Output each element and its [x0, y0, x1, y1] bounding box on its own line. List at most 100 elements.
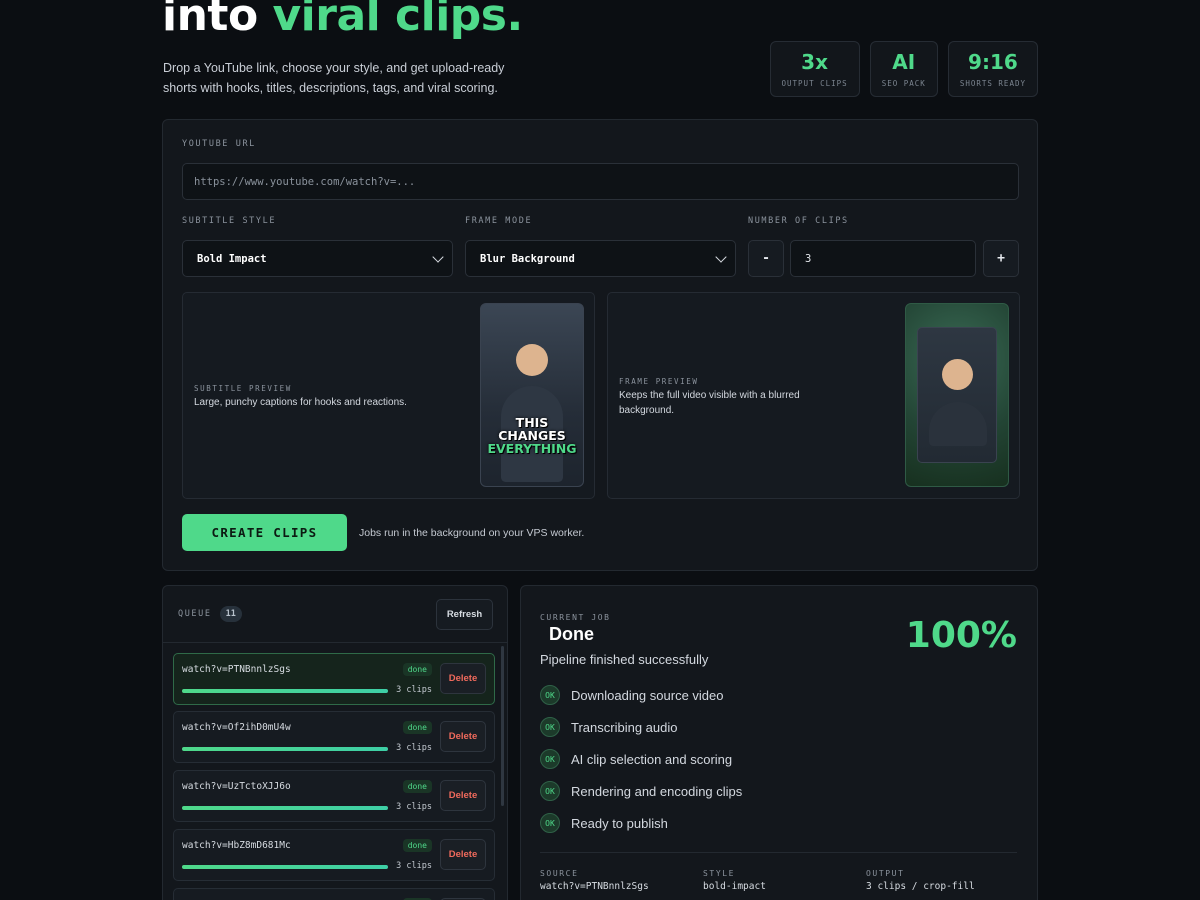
- status-badge: done: [402, 839, 432, 852]
- check-icon: OK: [540, 685, 560, 705]
- subtitle-preview-description: Large, punchy captions for hooks and rea…: [194, 397, 407, 408]
- pipeline-step: OK Downloading source video: [540, 685, 723, 705]
- stat-shorts-ready: 9:16 SHORTS READY: [947, 41, 1038, 97]
- pipeline-step: OK Ready to publish: [540, 813, 668, 833]
- queue-progress-bar: [182, 806, 388, 810]
- caption-line-highlight: EVERYTHING: [487, 441, 577, 456]
- queue-item-id: watch?v=PTNBnnlzSgs: [182, 664, 291, 675]
- divider: [540, 852, 1017, 853]
- subtitle-style-label: SUBTITLE STYLE: [182, 216, 277, 226]
- meta-source: SOURCE watch?v=PTNBnnlzSgs: [540, 869, 649, 892]
- chevron-down-icon: [432, 250, 444, 263]
- meta-output: OUTPUT 3 clips / crop-fill: [866, 869, 975, 892]
- hero-title-accent: viral clips.: [272, 0, 524, 41]
- current-job-label: CURRENT JOB: [540, 613, 611, 622]
- meta-value: bold-impact: [703, 881, 766, 892]
- check-icon: OK: [540, 717, 560, 737]
- queue-item[interactable]: watch?v=HbZ8mD681Mc done 3 clips Delete: [173, 829, 495, 881]
- frame-preview-card: FRAME PREVIEW Keeps the full video visib…: [607, 292, 1020, 499]
- queue-count-badge: 11: [219, 606, 242, 622]
- queue-item[interactable]: watch?v=Of2ihD0mU4w done 3 clips Delete: [173, 711, 495, 763]
- frame-preview-phone: [905, 303, 1009, 487]
- frame-preview-label: FRAME PREVIEW: [619, 377, 699, 386]
- job-percent: 100%: [905, 615, 1017, 656]
- stats-row: 3x OUTPUT CLIPS AI SEO PACK 9:16 SHORTS …: [769, 41, 1038, 97]
- clips-count-input[interactable]: 3: [790, 240, 976, 277]
- pipeline-step: OK Rendering and encoding clips: [540, 781, 742, 801]
- check-icon: OK: [540, 813, 560, 833]
- status-badge: done: [402, 721, 432, 734]
- step-label: Rendering and encoding clips: [571, 783, 743, 799]
- queue-item-clips: 3 clips: [396, 861, 432, 871]
- delete-button[interactable]: Delete: [440, 780, 486, 811]
- step-label: AI clip selection and scoring: [571, 751, 733, 767]
- queue-header: QUEUE 11: [178, 606, 242, 622]
- youtube-url-input[interactable]: [182, 163, 1019, 200]
- check-icon: OK: [540, 781, 560, 801]
- pipeline-step: OK Transcribing audio: [540, 717, 677, 737]
- create-note: Jobs run in the background on your VPS w…: [359, 527, 585, 539]
- step-label: Downloading source video: [571, 687, 724, 703]
- step-label: Transcribing audio: [571, 719, 678, 735]
- stat-seo-pack: AI SEO PACK: [869, 41, 938, 97]
- subtitle-preview-label: SUBTITLE PREVIEW: [194, 384, 292, 393]
- hero-title: into viral clips.: [162, 0, 523, 41]
- current-job-panel: CURRENT JOB Done 100% Pipeline finished …: [520, 585, 1038, 900]
- hero-title-prefix: into: [162, 0, 273, 41]
- queue-item[interactable]: done Delete: [173, 888, 495, 900]
- video-frame: [917, 327, 997, 463]
- status-badge: done: [402, 663, 432, 676]
- stat-value: AI: [892, 49, 916, 74]
- refresh-button[interactable]: Refresh: [436, 599, 493, 630]
- subtitle-preview-text: SUBTITLE PREVIEW Large, punchy captions …: [194, 384, 407, 410]
- queue-label: QUEUE: [178, 609, 212, 619]
- queue-scrollbar[interactable]: [501, 646, 504, 806]
- person-head-shape: [516, 344, 548, 376]
- subtitle-style-select[interactable]: Bold Impact: [182, 240, 453, 277]
- queue-item-id: watch?v=UzTctoXJJ6o: [182, 781, 291, 792]
- chevron-down-icon: [715, 250, 727, 263]
- progress-fill: [182, 865, 388, 869]
- create-clips-button[interactable]: CREATE CLIPS: [182, 514, 347, 551]
- create-form-panel: YOUTUBE URL SUBTITLE STYLE Bold Impact F…: [162, 119, 1038, 571]
- frame-mode-label: FRAME MODE: [465, 216, 533, 226]
- queue-progress-bar: [182, 689, 388, 693]
- person-body-shape: [929, 402, 987, 446]
- stat-value: 9:16: [968, 49, 1018, 74]
- url-label: YOUTUBE URL: [182, 139, 256, 149]
- check-icon: OK: [540, 749, 560, 769]
- delete-button[interactable]: Delete: [440, 721, 486, 752]
- clips-count-label: NUMBER OF CLIPS: [748, 216, 849, 226]
- delete-button[interactable]: Delete: [440, 663, 486, 694]
- subtitle-preview-card: SUBTITLE PREVIEW Large, punchy captions …: [182, 292, 595, 499]
- queue-item[interactable]: watch?v=UzTctoXJJ6o done 3 clips Delete: [173, 770, 495, 822]
- increment-clips-button[interactable]: +: [983, 240, 1019, 277]
- queue-item-clips: 3 clips: [396, 802, 432, 812]
- meta-label: OUTPUT: [866, 869, 905, 878]
- stat-label: SHORTS READY: [959, 78, 1026, 88]
- step-label: Ready to publish: [571, 815, 668, 831]
- queue-progress-bar: [182, 865, 388, 869]
- meta-label: STYLE: [703, 869, 736, 878]
- frame-preview-text: FRAME PREVIEW Keeps the full video visib…: [619, 377, 829, 418]
- progress-fill: [182, 689, 388, 693]
- person-head-shape: [942, 359, 973, 390]
- frame-mode-value: Blur Background: [480, 252, 575, 265]
- stat-label: OUTPUT CLIPS: [781, 78, 848, 88]
- delete-button[interactable]: Delete: [440, 839, 486, 870]
- queue-item-clips: 3 clips: [396, 685, 432, 695]
- queue-progress-bar: [182, 747, 388, 751]
- status-badge: done: [402, 780, 432, 793]
- meta-style: STYLE bold-impact: [703, 869, 766, 892]
- frame-mode-select[interactable]: Blur Background: [465, 240, 736, 277]
- pipeline-step: OK AI clip selection and scoring: [540, 749, 732, 769]
- hero-subtitle: Drop a YouTube link, choose your style, …: [163, 61, 505, 95]
- stat-label: SEO PACK: [881, 78, 926, 88]
- decrement-clips-button[interactable]: -: [748, 240, 784, 277]
- meta-label: SOURCE: [540, 869, 579, 878]
- meta-value: 3 clips / crop-fill: [866, 881, 975, 892]
- queue-item[interactable]: watch?v=PTNBnnlzSgs done 3 clips Delete: [173, 653, 495, 705]
- job-message: Pipeline finished successfully: [540, 652, 709, 667]
- divider: [163, 642, 507, 643]
- progress-fill: [182, 806, 388, 810]
